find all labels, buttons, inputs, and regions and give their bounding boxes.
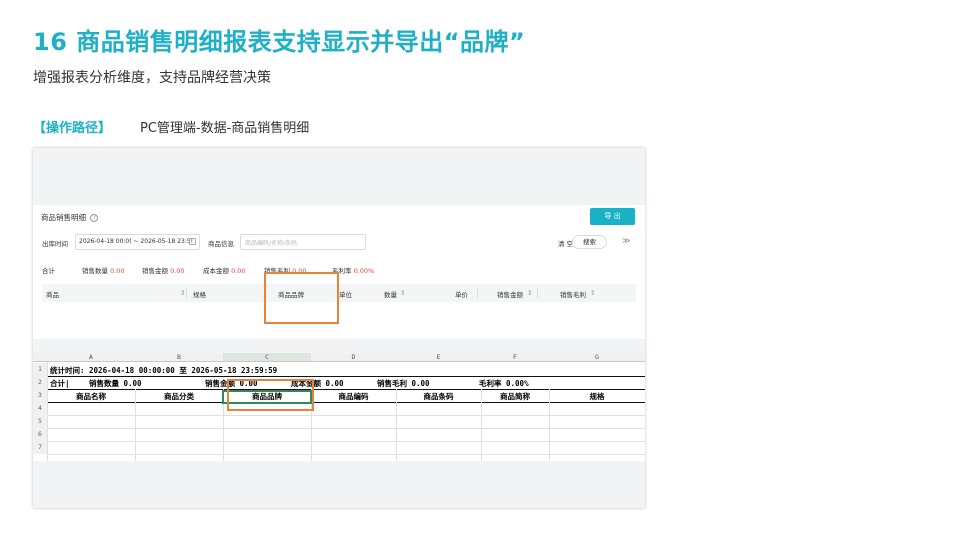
divider	[47, 376, 645, 377]
column-header[interactable]: 销售毛利	[560, 289, 586, 299]
search-button[interactable]: 搜索	[572, 235, 607, 249]
column-letter: B	[177, 353, 181, 361]
total-cell-value: 0.00%	[506, 379, 529, 388]
report-panel: 商品销售明细 ? 导 出 出库时间 2026-04-18 00:0( ~ 202…	[33, 205, 645, 339]
column-letter: D	[351, 353, 356, 361]
summary-item-label: 成本金额	[203, 267, 229, 275]
summary-item-label: 销售金额	[142, 267, 168, 275]
column-header[interactable]: 销售金额	[497, 289, 523, 299]
column-header[interactable]: 单价	[455, 289, 468, 299]
row-number: 3	[33, 389, 47, 402]
stat-time-cell[interactable]: 统计时间: 2026-04-18 00:00:00 至 2026-05-18 2…	[50, 365, 277, 376]
divider	[47, 454, 645, 455]
row-number: 5	[33, 415, 47, 428]
report-title: 商品销售明细 ?	[41, 212, 99, 223]
column-letter: C	[223, 353, 311, 361]
calendar-icon	[189, 238, 196, 245]
outbound-time-label: 出库时间	[42, 240, 68, 248]
column-divider	[186, 288, 187, 298]
report-title-text: 商品销售明细	[41, 213, 86, 222]
column-divider	[477, 288, 478, 298]
total-cell[interactable]: 销售毛利 0.00	[377, 378, 430, 389]
sheet-header-cell[interactable]: 商品名称	[47, 391, 135, 402]
slide-title: 16 商品销售明细报表支持显示并导出“品牌”	[33, 28, 526, 56]
summary-item-value: 0.00%	[353, 267, 375, 275]
row-number: 4	[33, 402, 47, 415]
total-cell-label: 销售毛利	[377, 379, 407, 388]
column-header[interactable]: 单位	[339, 289, 352, 299]
column-letter: G	[595, 353, 599, 361]
sheet-header-cell[interactable]: 规格	[549, 391, 645, 402]
date-range-value: 2026-04-18 00:0( ~ 2026-05-18 23:5!	[79, 238, 194, 245]
total-cell-value: 0.00	[325, 379, 344, 388]
date-range-picker[interactable]: 2026-04-18 00:0( ~ 2026-05-18 23:5!	[75, 234, 200, 250]
divider	[47, 362, 48, 461]
product-info-label: 商品信息	[208, 240, 234, 248]
brand-cell-highlight	[227, 379, 314, 411]
summary-item: 销售数量 0.00	[82, 265, 125, 275]
report-screenshot: 商品销售明细 ? 导 出 出库时间 2026-04-18 00:0( ~ 202…	[33, 148, 645, 508]
divider	[47, 389, 645, 390]
clear-button[interactable]: 清 空	[558, 238, 573, 248]
product-search-input[interactable]: 商品编码/名称/条码	[240, 234, 366, 250]
column-letter: F	[513, 353, 517, 361]
sort-icon[interactable]: ⇕	[180, 289, 185, 297]
total-cell[interactable]: 毛利率 0.00%	[479, 378, 529, 389]
total-cell-label: 毛利率	[479, 379, 502, 388]
total-cell-value: 0.00	[123, 379, 142, 388]
path-label: 【操作路径】	[33, 121, 112, 136]
row-number: 2	[33, 376, 47, 389]
divider	[47, 441, 645, 442]
divider	[47, 415, 645, 416]
export-button[interactable]: 导 出	[590, 208, 635, 225]
sheet-header-cell[interactable]: 商品编码	[311, 391, 396, 402]
sheet-header-cell[interactable]: 商品条码	[396, 391, 481, 402]
brand-column-highlight	[264, 272, 339, 324]
total-cell-value: 0.00	[411, 379, 430, 388]
total-cell[interactable]: 销售数量 0.00	[89, 378, 142, 389]
total-label-cell[interactable]: 合计|	[50, 378, 70, 389]
operation-path: 【操作路径】 PC管理端-数据-商品销售明细	[33, 117, 309, 136]
sheet-header-cell[interactable]: 商品简称	[481, 391, 549, 402]
summary-item: 成本金额 0.00	[203, 265, 246, 275]
row-number: 6	[33, 428, 47, 441]
slide-subtitle: 增强报表分析维度，支持品牌经营决策	[33, 70, 271, 86]
summary-item-label: 销售数量	[82, 267, 108, 275]
chevron-double-down-icon[interactable]: ≫	[622, 236, 630, 245]
divider	[47, 402, 645, 403]
row-number: 7	[33, 441, 47, 454]
column-letter: A	[89, 353, 93, 361]
summary-item: 销售金额 0.00	[142, 265, 185, 275]
exported-spreadsheet: A B C D E F G 1 2 3 4 5 6 7 统计时间: 2026-0…	[33, 353, 645, 461]
column-header[interactable]: 数量	[384, 289, 397, 299]
column-header[interactable]: 规格	[193, 289, 206, 299]
column-letter: E	[436, 353, 441, 361]
summary-row: 合计 销售数量 0.00 销售金额 0.00 成本金额 0.00 销售毛利 0.…	[42, 265, 642, 277]
sort-icon[interactable]: ⇕	[400, 289, 405, 297]
summary-item-value: 0.00	[170, 267, 185, 275]
summary-item-value: 0.00	[110, 267, 125, 275]
total-cell-label: 销售数量	[89, 379, 119, 388]
filter-bar: 出库时间 2026-04-18 00:0( ~ 2026-05-18 23:5!…	[42, 234, 642, 251]
column-header[interactable]: 商品	[46, 289, 59, 299]
column-divider	[537, 288, 538, 298]
spreadsheet-column-header: A B C D E F G	[33, 353, 645, 362]
summary-item-value: 0.00	[231, 267, 246, 275]
question-circle-icon[interactable]: ?	[90, 214, 99, 222]
divider	[47, 428, 645, 429]
sheet-header-cell[interactable]: 商品分类	[135, 391, 223, 402]
path-value: PC管理端-数据-商品销售明细	[140, 121, 310, 136]
sort-icon[interactable]: ⇕	[527, 289, 532, 297]
table-header: 商品 ⇕ 规格 商品品牌 单位 数量 ⇕ 单价 销售金额 ⇕ 销售毛利 ⇕	[42, 284, 636, 302]
summary-total-label: 合计	[42, 267, 55, 275]
sort-icon[interactable]: ⇕	[590, 289, 595, 297]
row-number: 1	[33, 363, 47, 376]
